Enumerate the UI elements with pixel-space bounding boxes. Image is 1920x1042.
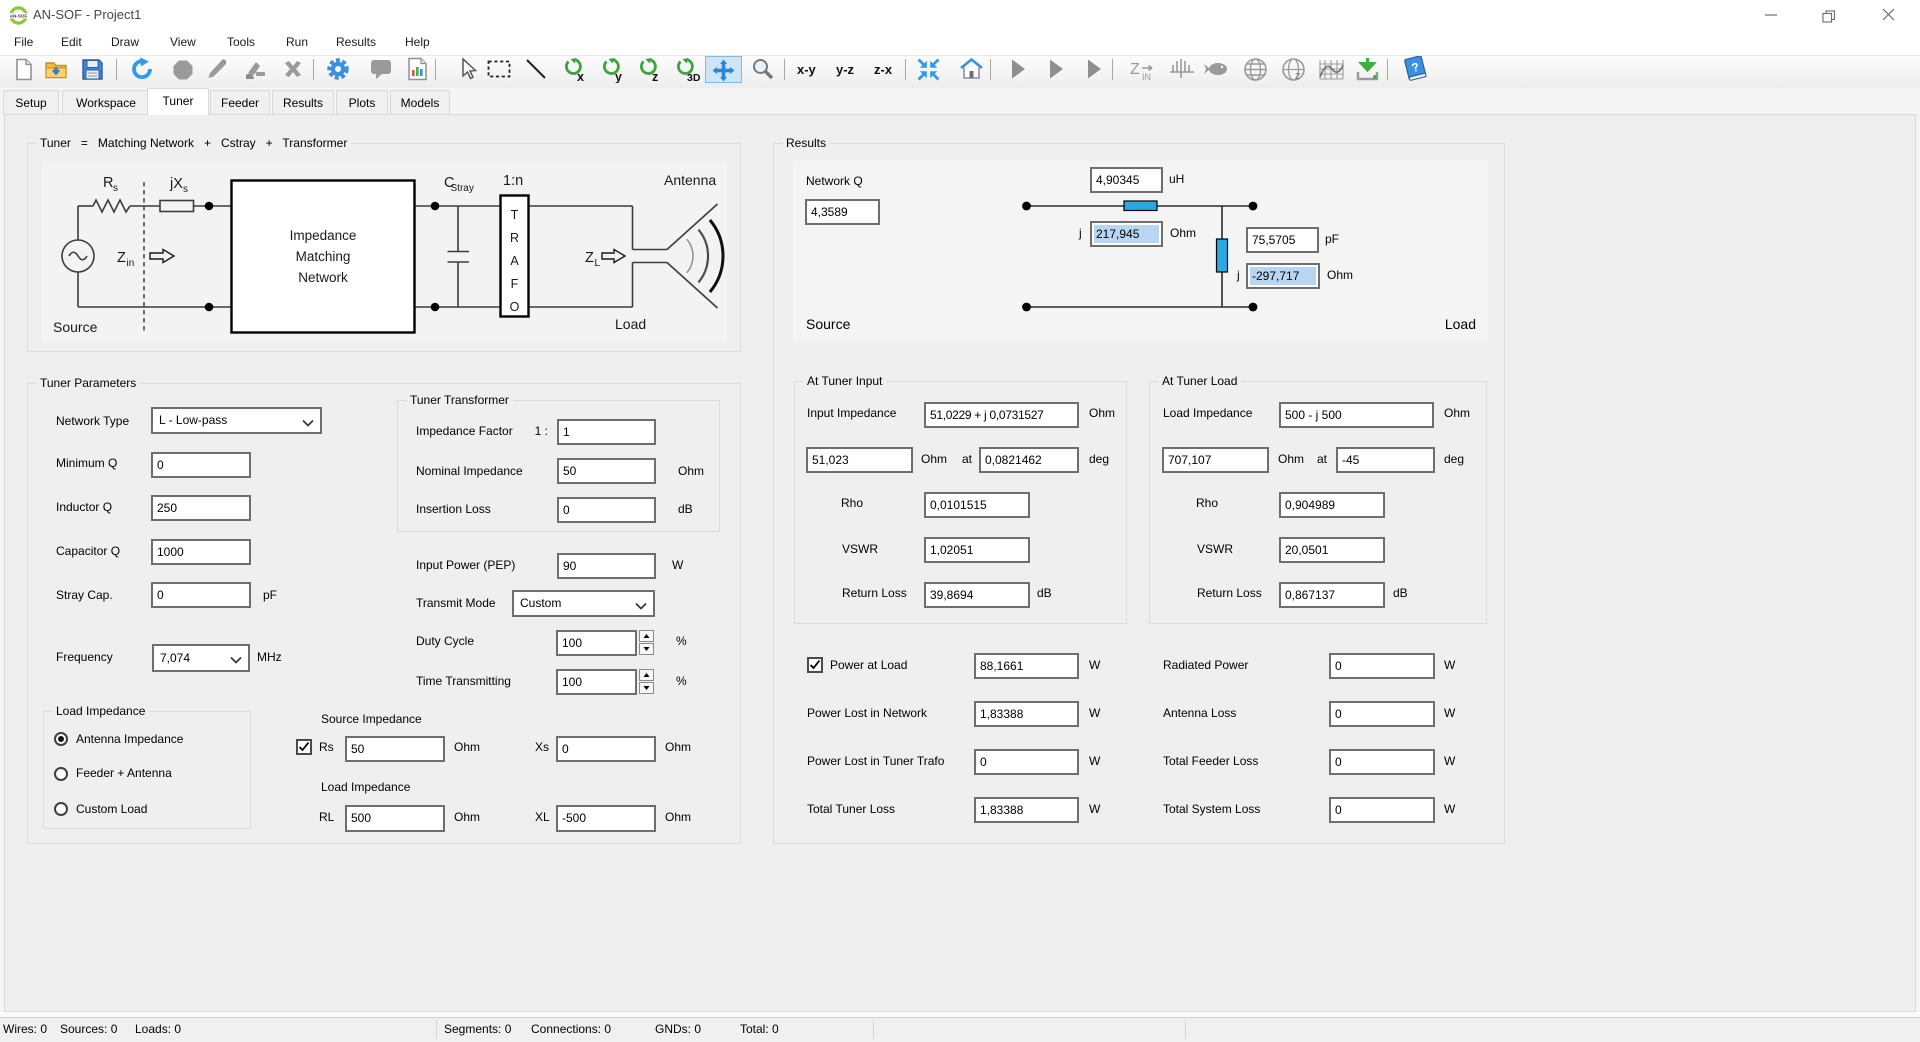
svg-text:Z: Z (585, 250, 594, 266)
svg-text:Network: Network (298, 270, 348, 285)
svg-text:Z: Z (1130, 61, 1140, 78)
svg-text:3D: 3D (687, 72, 701, 83)
svg-text:R: R (510, 231, 519, 245)
svg-text:Antenna: Antenna (664, 172, 716, 188)
svg-text:R: R (103, 175, 113, 191)
svg-text:1:n: 1:n (503, 173, 523, 189)
svg-text:z: z (652, 70, 658, 83)
svg-text:Load: Load (615, 316, 646, 332)
svg-text:jX: jX (169, 176, 183, 192)
svg-text:IN: IN (1142, 72, 1151, 82)
svg-text:Impedance: Impedance (290, 228, 357, 243)
svg-text:s: s (113, 183, 118, 194)
svg-text:y: y (615, 70, 622, 83)
svg-text:L: L (595, 258, 601, 269)
svg-text:s: s (183, 184, 188, 195)
svg-text:F: F (511, 277, 519, 291)
svg-text:x: x (577, 70, 584, 83)
svg-text:A: A (510, 254, 519, 268)
svg-text:z: z (1295, 70, 1301, 82)
svg-text:in: in (127, 258, 135, 269)
svg-text:Z: Z (117, 250, 126, 266)
svg-text:O: O (510, 300, 520, 314)
svg-text:AN-SOF: AN-SOF (10, 14, 28, 19)
svg-text:Source: Source (53, 319, 98, 335)
svg-text:T: T (511, 208, 519, 222)
svg-text:Matching: Matching (296, 249, 351, 264)
svg-text:Stray: Stray (451, 183, 474, 194)
